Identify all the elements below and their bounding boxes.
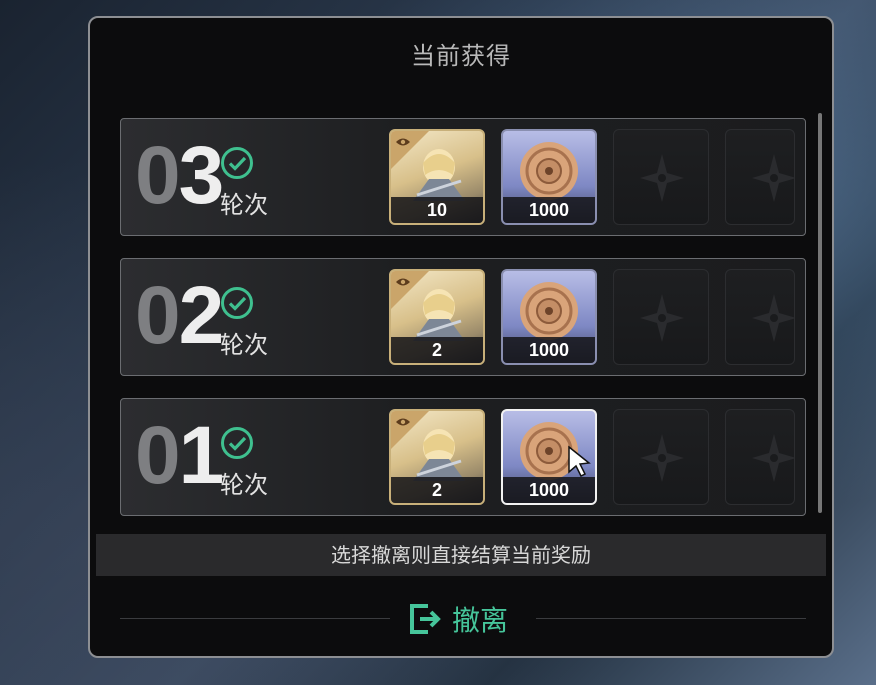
- star-emblem-icon: [752, 294, 794, 342]
- reward-coin-card-selected[interactable]: 1000: [501, 409, 597, 505]
- reward-character-card[interactable]: 10: [389, 129, 485, 225]
- reward-character-card[interactable]: 2: [389, 269, 485, 365]
- reward-coin-card[interactable]: 1000: [501, 269, 597, 365]
- reward-slot-empty: [613, 409, 709, 505]
- round-label: 轮次: [220, 471, 268, 499]
- reward-quantity: 1000: [503, 337, 595, 363]
- check-circle-icon: [221, 427, 253, 459]
- coin-icon: [520, 282, 578, 340]
- reward-quantity: 1000: [503, 197, 595, 223]
- settlement-notice: 选择撤离则直接结算当前奖励: [96, 534, 826, 576]
- retreat-label: 撤离: [452, 604, 509, 637]
- check-circle-icon: [221, 147, 253, 179]
- coin-icon: [520, 142, 578, 200]
- star-emblem-icon: [752, 434, 794, 482]
- divider-right: [536, 618, 806, 619]
- retreat-button[interactable]: 撤离: [408, 598, 508, 640]
- reward-quantity: 1000: [503, 477, 595, 503]
- check-circle-icon: [221, 287, 253, 319]
- round-row-03: 03 轮次 10 1000: [120, 118, 806, 236]
- reward-slot-empty: [725, 409, 795, 505]
- star-emblem-icon: [640, 154, 684, 202]
- reward-coin-card[interactable]: 1000: [501, 129, 597, 225]
- reward-slot-empty: [613, 129, 709, 225]
- reward-character-card[interactable]: 2: [389, 409, 485, 505]
- star-emblem-icon: [640, 434, 684, 482]
- round-number: 02: [135, 270, 224, 361]
- star-emblem-icon: [752, 154, 794, 202]
- round-label: 轮次: [220, 331, 268, 359]
- reward-slot-empty: [725, 269, 795, 365]
- round-row-01: 01 轮次 2 1000: [120, 398, 806, 516]
- rewards-panel: 当前获得 03 轮次 10 1000 02 轮次 2 1000 01 轮次 2 …: [88, 16, 834, 658]
- panel-title: 当前获得: [411, 42, 511, 70]
- cursor-pointer-icon: [568, 445, 591, 477]
- round-number: 03: [135, 130, 224, 221]
- reward-quantity: 10: [391, 197, 483, 223]
- round-label: 轮次: [220, 191, 268, 219]
- reward-slot-empty: [725, 129, 795, 225]
- character-portrait: [413, 149, 465, 201]
- star-emblem-icon: [640, 294, 684, 342]
- character-portrait: [413, 429, 465, 481]
- character-portrait: [413, 289, 465, 341]
- reward-quantity: 2: [391, 477, 483, 503]
- round-row-02: 02 轮次 2 1000: [120, 258, 806, 376]
- scrollbar[interactable]: [818, 113, 822, 513]
- round-number: 01: [135, 410, 224, 501]
- reward-quantity: 2: [391, 337, 483, 363]
- exit-icon: [410, 604, 441, 634]
- reward-slot-empty: [613, 269, 709, 365]
- divider-left: [120, 618, 390, 619]
